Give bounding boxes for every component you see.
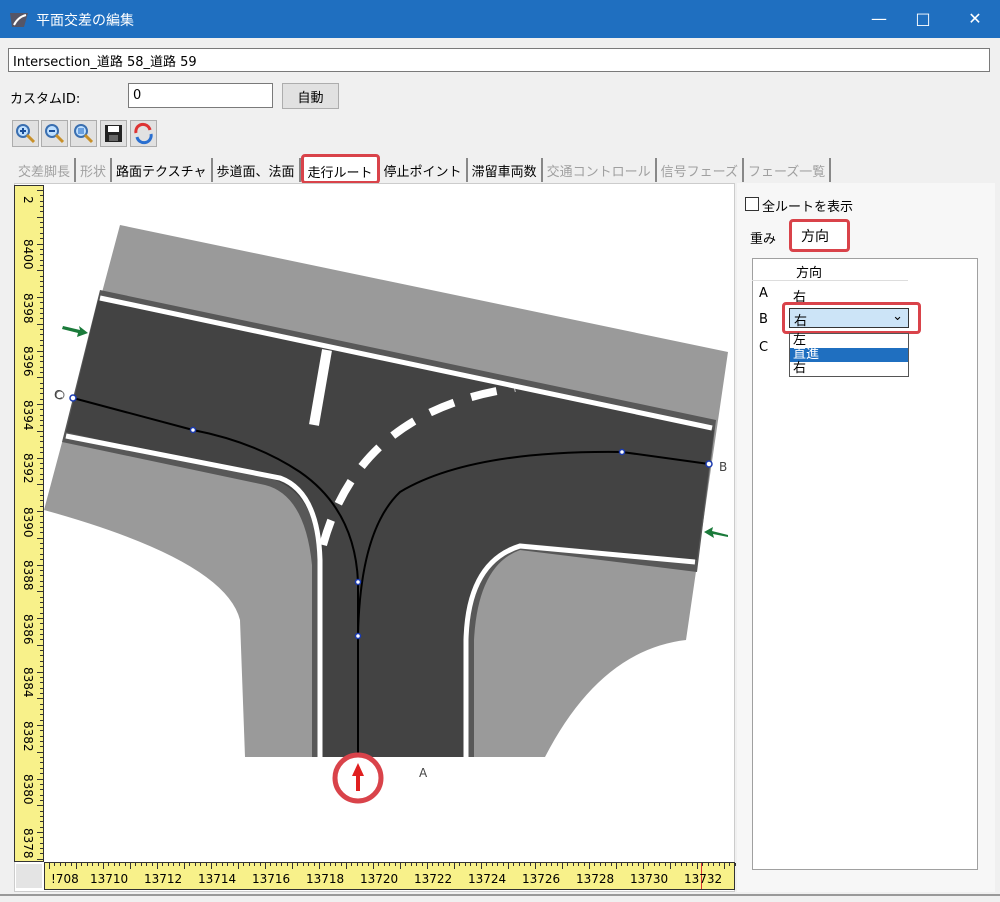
h-ruler-label: 13722 <box>414 872 453 886</box>
chevron-down-icon[interactable]: ⌄ <box>892 309 903 324</box>
v-ruler-label: 8380 <box>21 774 35 805</box>
v-ruler-label: 8394 <box>21 399 35 431</box>
direction-dropdown-list[interactable]: 左 直進 右 <box>789 333 909 377</box>
row-label-a: A <box>759 286 768 301</box>
h-ruler-label: 13732 <box>684 872 723 886</box>
grid-header-direction: 方向 <box>796 266 823 281</box>
h-ruler-label: 13718 <box>306 872 345 886</box>
point-label-a: A <box>419 766 428 780</box>
show-all-routes-label[interactable]: 全ルートを表示 <box>762 196 853 215</box>
v-ruler-label: 8396 <box>21 346 35 377</box>
h-ruler-label: 13726 <box>522 872 561 886</box>
h-ruler-label: 13716 <box>252 872 291 886</box>
v-ruler-label: 8384 <box>21 667 35 698</box>
v-ruler-label: 8400 <box>21 239 35 270</box>
h-ruler-label: 13720 <box>360 872 399 886</box>
status-bar <box>0 894 1000 902</box>
h-ruler-label: !708 <box>51 872 79 886</box>
point-label-c: C <box>54 388 62 402</box>
v-ruler-label: 8392 <box>21 453 35 484</box>
h-ruler-label: 13714 <box>198 872 237 886</box>
option-right[interactable]: 右 <box>790 362 908 376</box>
subtab-weight[interactable]: 重み <box>750 228 776 247</box>
v-ruler-label: 8388 <box>21 560 35 591</box>
h-ruler-label: 13730 <box>630 872 669 886</box>
h-ruler-label: 13712 <box>144 872 183 886</box>
ruler-corner <box>16 864 42 888</box>
vertical-ruler[interactable]: 2 8400 8398 8396 8394 8392 8390 8388 8386 8384 838… <box>14 185 44 862</box>
show-all-routes-checkbox[interactable] <box>745 197 759 211</box>
v-ruler-label: 8382 <box>21 720 35 752</box>
point-label-b: B <box>719 460 727 474</box>
h-ruler-label: 13710 <box>90 872 129 886</box>
horizontal-ruler[interactable]: !708 13710 13712 13714 13716 13718 13720 13722 1… <box>44 862 736 890</box>
v-ruler-label: 2 <box>21 196 35 204</box>
combo-value: 右 <box>794 314 808 329</box>
v-ruler-label: 8386 <box>21 613 35 645</box>
v-ruler-label: 8398 <box>21 292 35 324</box>
h-ruler-label: 13724 <box>468 872 507 886</box>
direction-combo[interactable]: 右 ⌄ <box>789 308 909 329</box>
option-left[interactable]: 左 <box>790 334 908 348</box>
v-ruler-label: 8378 <box>21 827 35 859</box>
v-ruler-label: 8390 <box>21 506 35 538</box>
h-ruler-label: 13728 <box>576 872 615 886</box>
option-straight[interactable]: 直進 <box>790 348 908 362</box>
subtab-direction[interactable]: 方向 <box>789 219 850 252</box>
row-label-b: B <box>759 312 768 327</box>
row-label-c: C <box>759 340 769 355</box>
inflow-arrow-icon <box>704 527 728 538</box>
inflow-arrow-icon <box>62 326 88 337</box>
